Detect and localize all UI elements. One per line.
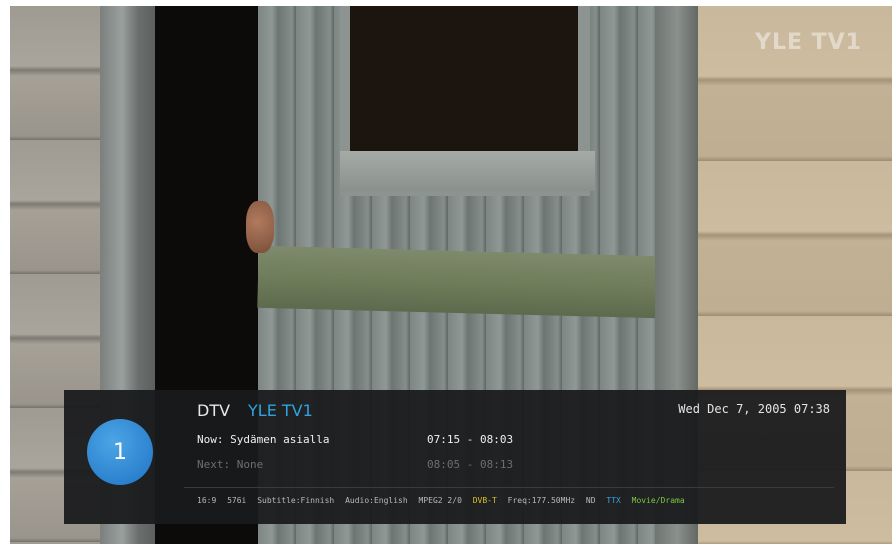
broadcast-standard: DVB-T bbox=[472, 496, 497, 505]
now-time: 07:15 - 08:03 bbox=[427, 433, 514, 446]
channel-watermark: YLE TV1 bbox=[755, 30, 862, 55]
subtitle-info: Subtitle:Finnish bbox=[257, 496, 335, 505]
audio-info: Audio:English bbox=[345, 496, 408, 505]
nd-flag: ND bbox=[585, 496, 596, 505]
next-time: 08:05 - 08:13 bbox=[427, 458, 514, 471]
status-bar: 16:9 576i Subtitle:Finnish Audio:English… bbox=[197, 496, 691, 505]
mossy-plank bbox=[257, 245, 659, 319]
codec-info: MPEG2 2/0 bbox=[418, 496, 462, 505]
door-window-sill bbox=[340, 151, 595, 191]
channel-name: YLE TV1 bbox=[248, 401, 313, 420]
channel-number-badge: 1 bbox=[87, 419, 153, 485]
door-window-opening bbox=[350, 6, 578, 151]
aspect-ratio: 16:9 bbox=[197, 496, 217, 505]
source-label: DTV bbox=[197, 401, 231, 420]
channel-number: 1 bbox=[113, 439, 127, 465]
date-time: Wed Dec 7, 2005 07:38 bbox=[678, 402, 830, 416]
frequency: Freq:177.50MHz bbox=[507, 496, 576, 505]
hand-on-door bbox=[246, 201, 274, 253]
channel-info-banner: 1 DTV YLE TV1 Wed Dec 7, 2005 07:38 Now:… bbox=[64, 390, 846, 524]
teletext-flag: TTX bbox=[606, 496, 621, 505]
banner-divider bbox=[184, 487, 834, 488]
now-program: Now: Sydämen asialla bbox=[197, 433, 330, 446]
resolution: 576i bbox=[227, 496, 247, 505]
next-program: Next: None bbox=[197, 458, 264, 471]
genre: Movie/Drama bbox=[631, 496, 685, 505]
